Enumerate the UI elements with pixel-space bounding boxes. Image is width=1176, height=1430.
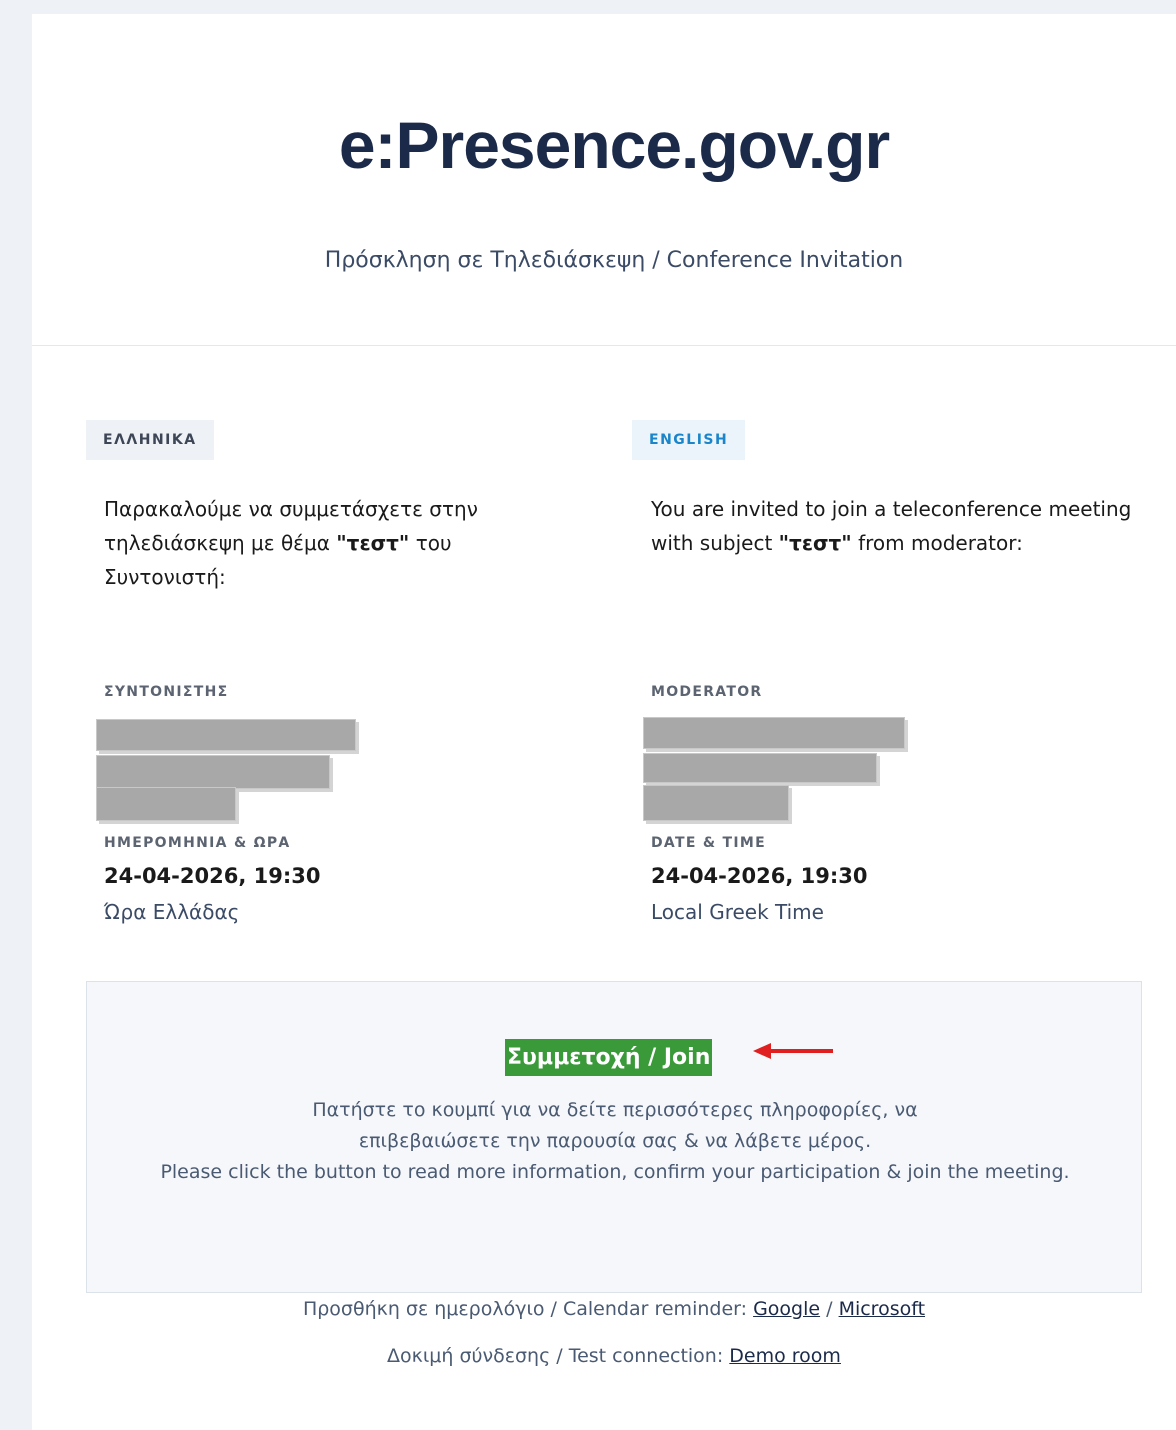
english-timezone: Local Greek Time <box>651 900 824 924</box>
greek-invitation-text: Παρακαλούμε να συμμετάσχετε στην τηλεδιά… <box>104 492 554 594</box>
calendar-reminder-line: Προσθήκη σε ημερολόγιο / Calendar remind… <box>32 1298 1176 1320</box>
microsoft-calendar-link[interactable]: Microsoft <box>839 1298 925 1320</box>
greek-datetime-value: 24-04-2026, 19:30 <box>104 864 321 888</box>
redacted-block <box>643 717 905 749</box>
greek-subject: "τεστ" <box>336 531 410 555</box>
calendar-link-separator: / <box>820 1298 839 1320</box>
redacted-block <box>96 755 330 789</box>
join-instructions-english: Please click the button to read more inf… <box>160 1161 1070 1183</box>
join-instructions: Πατήστε το κουμπί για να δείτε περισσότε… <box>87 1095 1143 1188</box>
greek-datetime-label: ΗΜΕΡΟΜΗΝΙΑ & ΩΡΑ <box>104 835 291 851</box>
brand-logo-text: e:Presence.gov.gr <box>338 108 890 182</box>
english-invitation-text: You are invited to join a teleconference… <box>651 492 1151 560</box>
test-connection-line: Δοκιμή σύνδεσης / Test connection: Demo … <box>32 1345 1176 1367</box>
english-datetime-value: 24-04-2026, 19:30 <box>651 864 868 888</box>
english-intro-after: from moderator: <box>851 531 1023 555</box>
redacted-block <box>96 787 236 821</box>
join-panel: Συμμετοχή / Join Πατήστε το κουμπί για ν… <box>86 981 1142 1293</box>
google-calendar-link[interactable]: Google <box>753 1298 820 1320</box>
join-instructions-greek: Πατήστε το κουμπί για να δείτε περισσότε… <box>312 1099 918 1152</box>
test-connection-label: Δοκιμή σύνδεσης / Test connection: <box>387 1345 730 1367</box>
english-moderator-label: MODERATOR <box>651 684 763 700</box>
red-arrow-annotation-icon <box>753 1043 833 1059</box>
email-card: e:Presence.gov.gr Πρόσκληση σε Τηλεδιάσκ… <box>32 14 1176 1430</box>
greek-timezone: Ώρα Ελλάδας <box>104 900 240 924</box>
redacted-block <box>643 785 789 821</box>
greek-language-badge: ΕΛΛΗΝΙΚΑ <box>86 420 214 460</box>
calendar-reminder-label: Προσθήκη σε ημερολόγιο / Calendar remind… <box>302 1298 754 1320</box>
english-datetime-label: DATE & TIME <box>651 835 766 851</box>
english-language-badge: ENGLISH <box>632 420 746 460</box>
greek-moderator-label: ΣΥΝΤΟΝΙΣΤΗΣ <box>104 684 229 700</box>
invitation-subtitle: Πρόσκληση σε Τηλεδιάσκεψη / Conference I… <box>324 248 904 273</box>
english-subject: "τεστ" <box>778 531 852 555</box>
redacted-block <box>96 719 356 751</box>
email-header: e:Presence.gov.gr Πρόσκληση σε Τηλεδιάσκ… <box>32 14 1176 346</box>
join-button[interactable]: Συμμετοχή / Join <box>505 1039 713 1076</box>
demo-room-link[interactable]: Demo room <box>729 1345 841 1367</box>
redacted-block <box>643 753 877 783</box>
